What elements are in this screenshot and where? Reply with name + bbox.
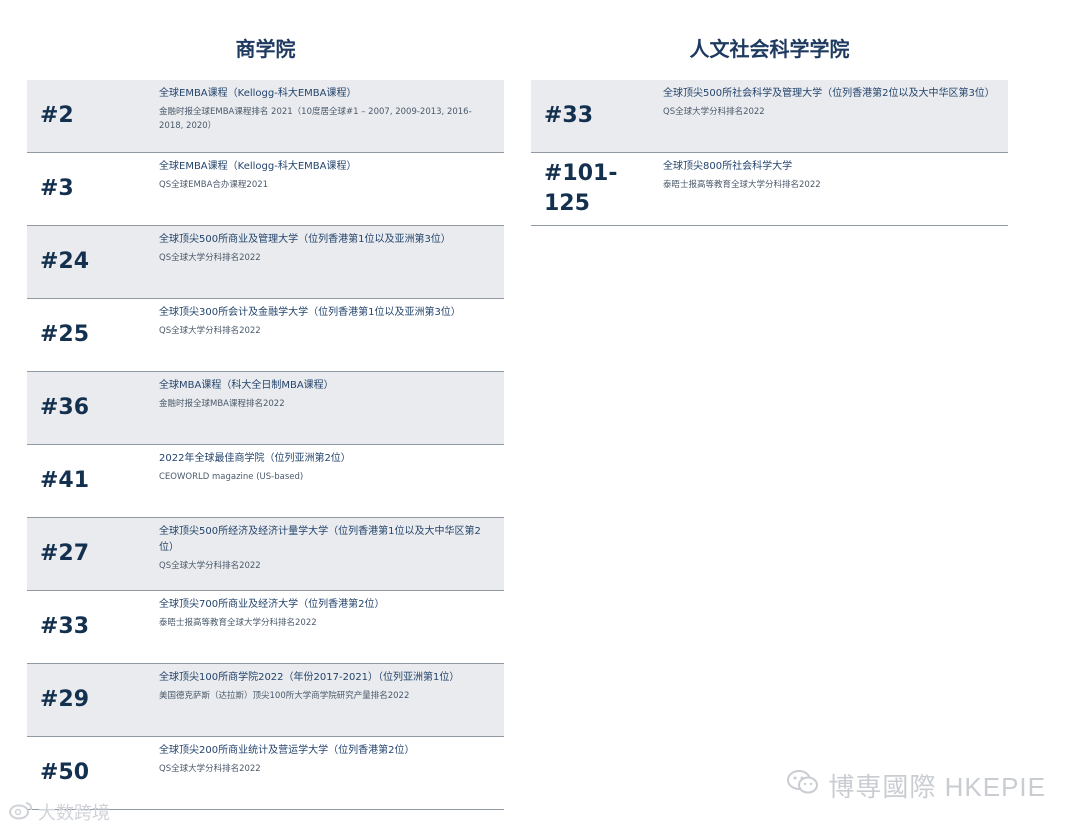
ranking-title: 全球顶尖300所会计及金融学大学（位列香港第1位以及亚洲第3位）	[159, 307, 461, 318]
ranking-title: 全球顶尖100所商学院2022（年份2017-2021）（位列亚洲第1位）	[159, 672, 460, 683]
ranking-source: QS全球大学分科排名2022	[159, 561, 261, 571]
ranking-number: #25	[40, 322, 90, 347]
ranking-title: 全球顶尖200所商业统计及营运学大学（位列香港第2位）	[159, 745, 415, 756]
ranking-number: #24	[40, 249, 90, 274]
weibo-icon	[8, 800, 34, 825]
ranking-source: QS全球大学分科排名2022	[159, 326, 261, 336]
ranking-row: #27 全球顶尖500所经济及经济计量学大学（位列香港第1位以及大中华区第2位） Q…	[27, 518, 504, 591]
ranking-info: 全球顶尖200所商业统计及营运学大学（位列香港第2位） QS全球大学分科排名202…	[159, 743, 494, 776]
ranking-info: 全球顶尖700所商业及经济大学（位列香港第2位） 泰晤士报高等教育全球大学分科排名…	[159, 597, 494, 630]
ranking-title: 全球EMBA课程（Kellogg-科大EMBA课程）	[159, 88, 357, 99]
ranking-source: QS全球大学分科排名2022	[663, 107, 765, 117]
ranking-row: #101-125 全球顶尖800所社会科学大学泰晤士报高等教育全球大学分科排名20…	[531, 153, 1008, 226]
ranking-row: #24 全球顶尖500所商业及管理大学（位列香港第1位以及亚洲第3位） QS全球大学…	[27, 226, 504, 299]
ranking-source: QS全球EMBA合办课程2021	[159, 180, 269, 190]
ranking-row: #3 全球EMBA课程（Kellogg-科大EMBA课程） QS全球EMBA合办课程…	[27, 153, 504, 226]
ranking-info: 全球顶尖500所社会科学及管理大学（位列香港第2位以及大中华区第3位） QS全球大…	[663, 86, 998, 119]
wechat-icon	[786, 768, 820, 803]
ranking-number: #33	[544, 103, 594, 128]
ranking-number: #33	[40, 614, 90, 639]
ranking-number: #36	[40, 395, 90, 420]
ranking-info: 全球MBA课程（科大全日制MBA课程） 金融时报全球MBA课程排名2022	[159, 378, 494, 411]
ranking-source: 泰晤士报高等教育全球大学分科排名2022	[159, 618, 317, 628]
ranking-source: 美国德克萨斯（达拉斯）顶尖100所大学商学院研究产量排名2022	[159, 691, 410, 701]
humanities-school-heading: 人文社会科学学院	[689, 37, 850, 61]
ranking-info: 全球顶尖100所商学院2022（年份2017-2021）（位列亚洲第1位） 美国德…	[159, 670, 494, 703]
ranking-source: QS全球大学分科排名2022	[159, 764, 261, 774]
humanities-rankings-list: #33 全球顶尖500所社会科学及管理大学（位列香港第2位以及大中华区第3位） QS…	[531, 80, 1008, 226]
business-rankings-list: #2 全球EMBA课程（Kellogg-科大EMBA课程） 金融时报全球EMBA课程…	[27, 80, 504, 810]
business-school-column: 商学院 #2 全球EMBA课程（Kellogg-科大EMBA课程） 金融时报全球EM…	[27, 0, 504, 810]
ranking-source: CEOWORLD magazine (US-based)	[159, 472, 304, 482]
ranking-number: #3	[40, 176, 74, 201]
ranking-title: 全球顶尖800所社会科学大学	[663, 161, 793, 172]
humanities-school-column: 人文社会科学学院 #33 全球顶尖500所社会科学及管理大学（位列香港第2位以及大…	[531, 0, 1008, 226]
hkepie-watermark-text: 博専國際 HKEPIE	[828, 772, 1046, 802]
ranking-title: 全球顶尖500所社会科学及管理大学（位列香港第2位以及大中华区第3位）	[663, 88, 995, 99]
ranking-source: 金融时报全球MBA课程排名2022	[159, 399, 285, 409]
ranking-info: 2022年全球最佳商学院（位列亚洲第2位） CEOWORLD magazine (…	[159, 451, 494, 484]
ranking-source: 金融时报全球EMBA课程排名 2021（10度居全球#1 – 2007, 200…	[159, 107, 472, 131]
ranking-info: 全球顶尖300所会计及金融学大学（位列香港第1位以及亚洲第3位） QS全球大学分科…	[159, 305, 494, 338]
ranking-source: 泰晤士报高等教育全球大学分科排名2022	[663, 180, 821, 190]
ranking-row: #41 2022年全球最佳商学院（位列亚洲第2位） CEOWORLD magazin…	[27, 445, 504, 518]
ranking-info: 全球顶尖500所经济及经济计量学大学（位列香港第1位以及大中华区第2位） QS全球…	[159, 524, 494, 573]
business-school-heading: 商学院	[235, 37, 296, 61]
ranking-title: 全球EMBA课程（Kellogg-科大EMBA课程）	[159, 161, 357, 172]
ranking-info: 全球EMBA课程（Kellogg-科大EMBA课程） QS全球EMBA合办课程20…	[159, 159, 494, 192]
ranking-row: #33 全球顶尖500所社会科学及管理大学（位列香港第2位以及大中华区第3位） QS…	[531, 80, 1008, 153]
ranking-title: 全球MBA课程（科大全日制MBA课程）	[159, 380, 334, 391]
ranking-title: 全球顶尖700所商业及经济大学（位列香港第2位）	[159, 599, 385, 610]
ranking-title: 全球顶尖500所经济及经济计量学大学（位列香港第1位以及大中华区第2位）	[159, 526, 481, 553]
ranking-title: 2022年全球最佳商学院（位列亚洲第2位）	[159, 453, 351, 464]
ranking-number: #29	[40, 687, 90, 712]
hkepie-watermark: 博専國際 HKEPIE	[786, 767, 1046, 804]
ranking-info: 全球顶尖500所商业及管理大学（位列香港第1位以及亚洲第3位） QS全球大学分科排…	[159, 232, 494, 265]
ranking-row: #36 全球MBA课程（科大全日制MBA课程） 金融时报全球MBA课程排名2022	[27, 372, 504, 445]
ranking-number: #27	[40, 541, 90, 566]
ranking-number: #41	[40, 468, 90, 493]
ranking-number: #2	[40, 103, 74, 128]
ranking-row: #33 全球顶尖700所商业及经济大学（位列香港第2位） 泰晤士报高等教育全球大学分…	[27, 591, 504, 664]
ranking-info: 全球顶尖800所社会科学大学泰晤士报高等教育全球大学分科排名2022	[663, 159, 998, 192]
dashu-watermark: 大数跨境	[8, 799, 110, 825]
ranking-source: QS全球大学分科排名2022	[159, 253, 261, 263]
ranking-row: #25 全球顶尖300所会计及金融学大学（位列香港第1位以及亚洲第3位） QS全球大…	[27, 299, 504, 372]
dashu-watermark-text: 大数跨境	[38, 803, 110, 823]
ranking-number: #101-125	[544, 161, 618, 216]
ranking-row: #2 全球EMBA课程（Kellogg-科大EMBA课程） 金融时报全球EMBA课程…	[27, 80, 504, 153]
ranking-info: 全球EMBA课程（Kellogg-科大EMBA课程） 金融时报全球EMBA课程排名…	[159, 86, 494, 133]
ranking-row: #29 全球顶尖100所商学院2022（年份2017-2021）（位列亚洲第1位）…	[27, 664, 504, 737]
ranking-title: 全球顶尖500所商业及管理大学（位列香港第1位以及亚洲第3位）	[159, 234, 451, 245]
